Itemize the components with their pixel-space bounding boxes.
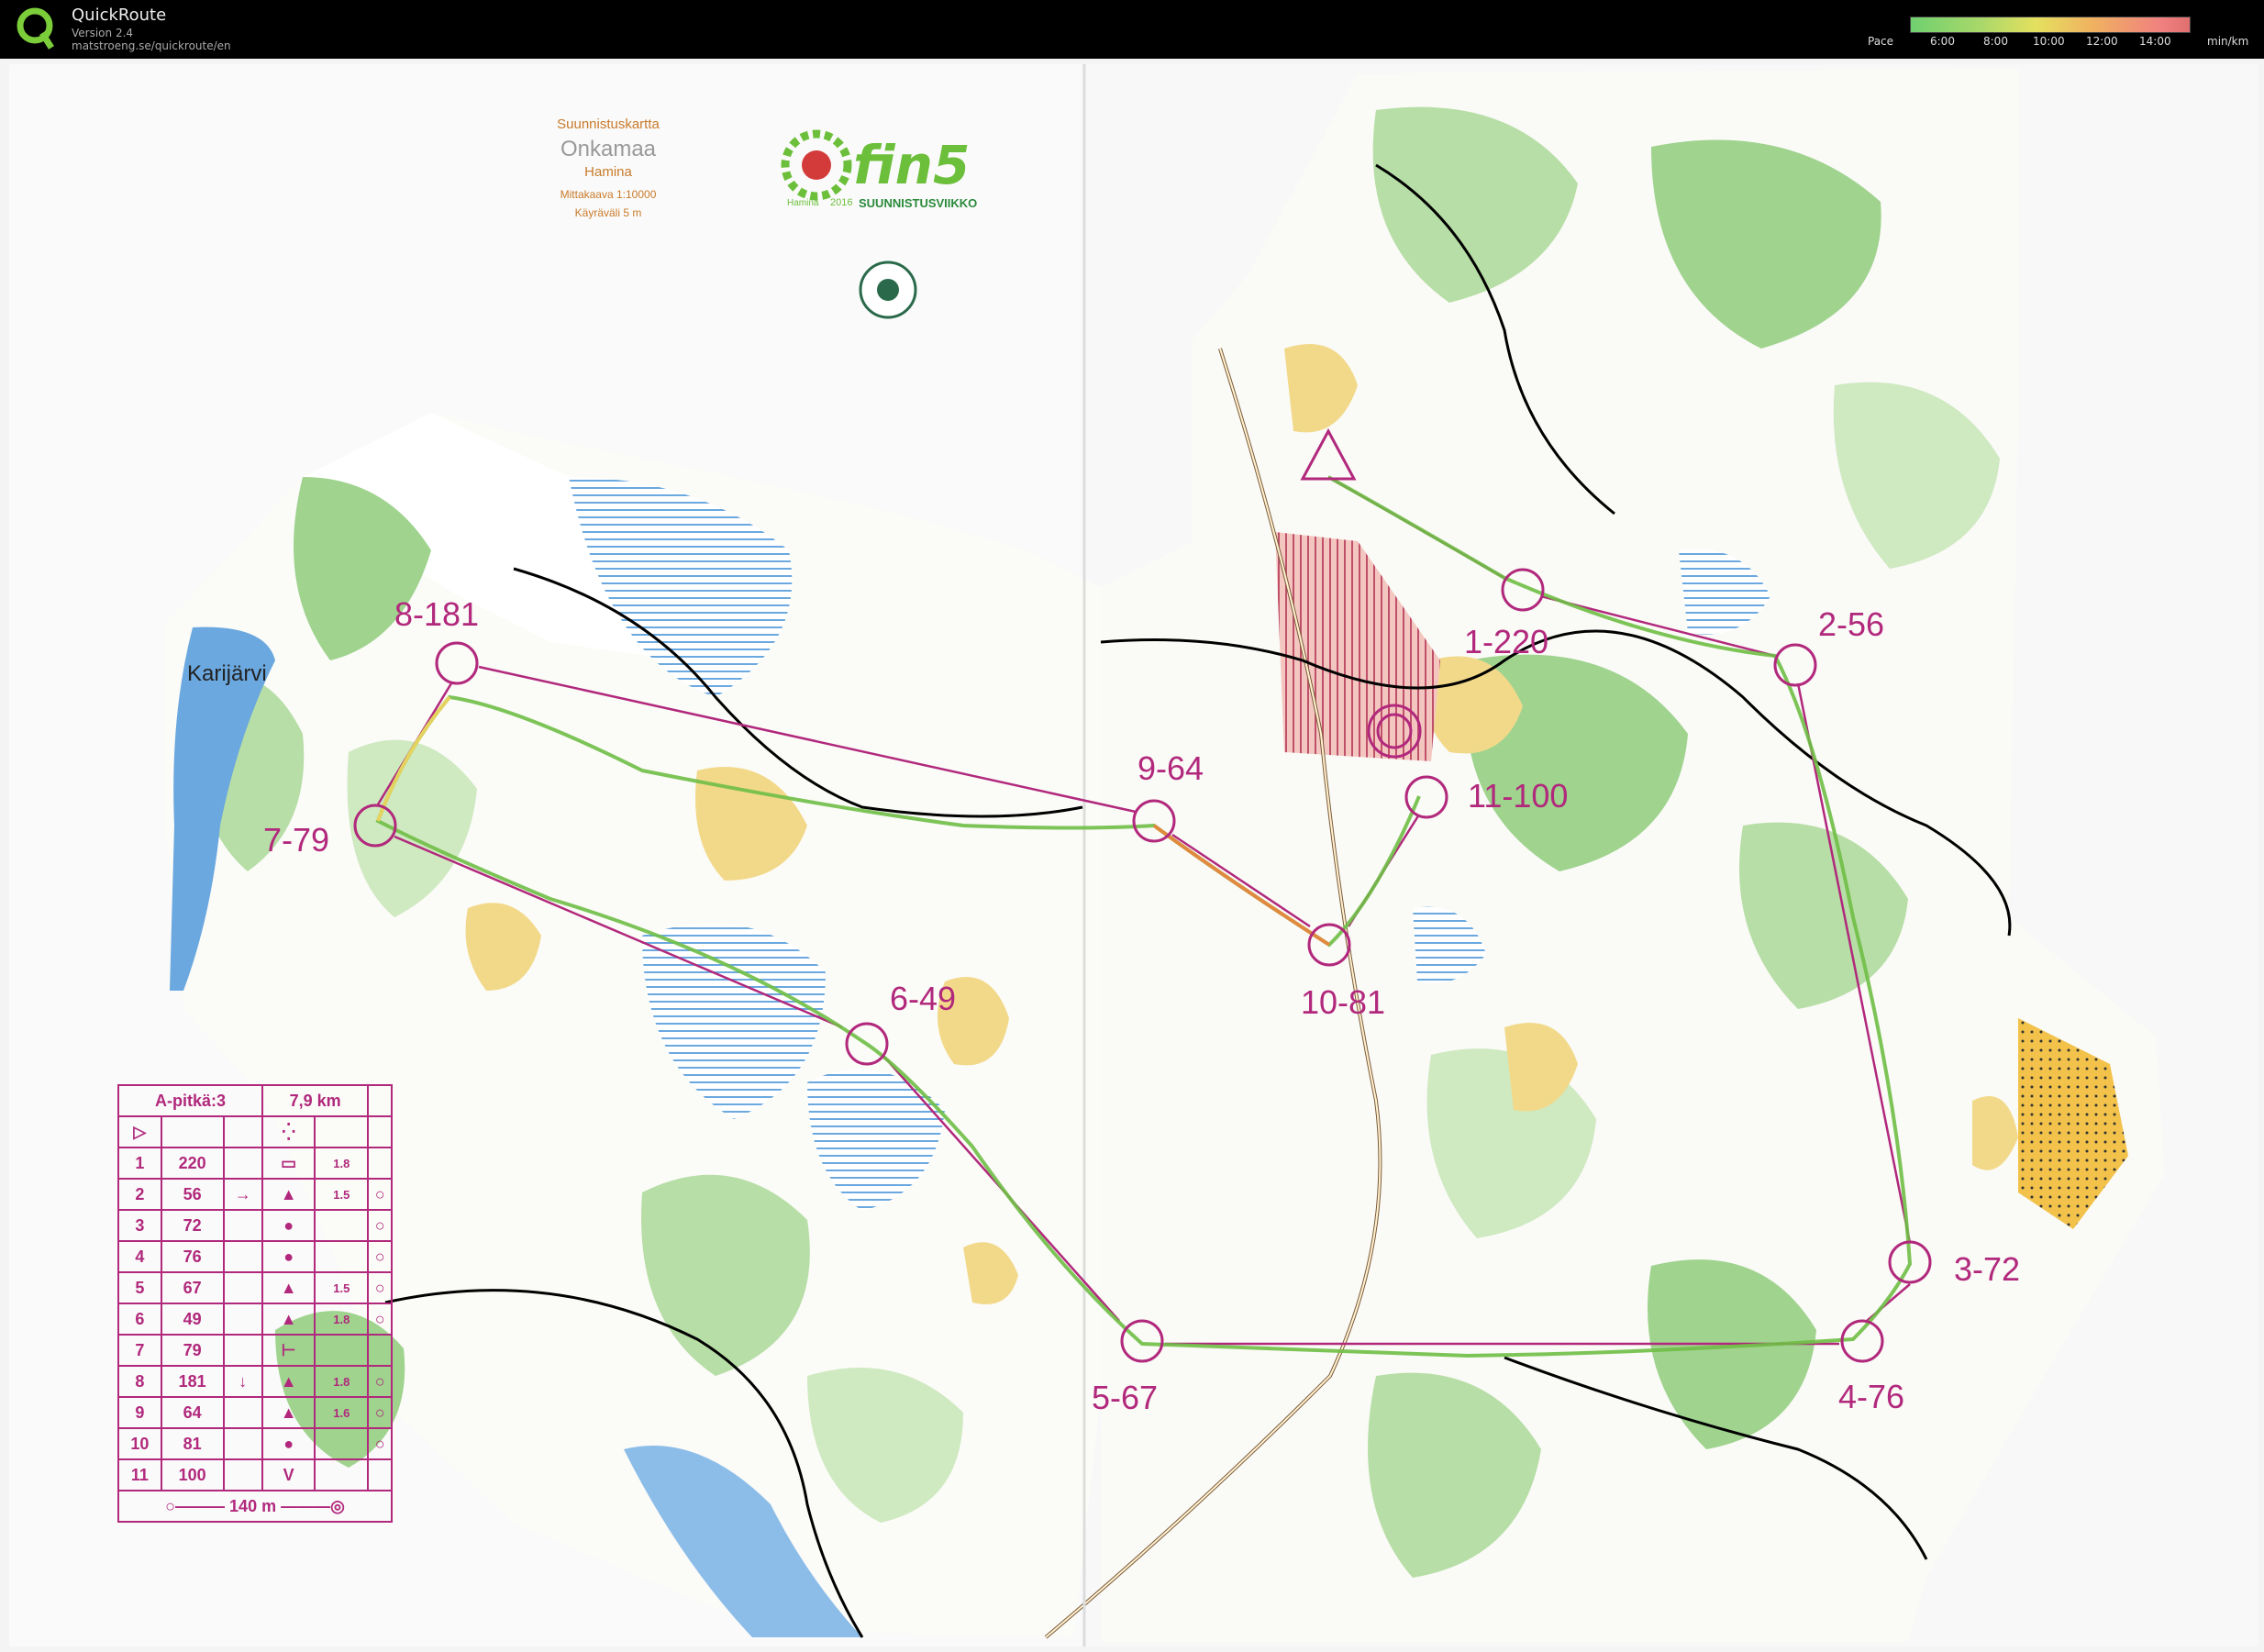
legend-row: 7 79 ⊢ — [117, 1334, 393, 1367]
legend-row: 4 76 ● ○ — [117, 1240, 393, 1273]
control-label: 2-56 — [1818, 605, 1884, 643]
pace-tick: 14:00 — [2139, 35, 2171, 48]
finish-start-icon: ○——— — [165, 1496, 226, 1515]
gully-icon: V — [261, 1458, 316, 1491]
app-title-bar: QuickRoute Version 2.4 matstroeng.se/qui… — [0, 0, 2264, 59]
brand-place: Hamina — [787, 198, 819, 208]
control-label: 7-79 — [263, 821, 329, 859]
brand-name: fin5 — [853, 134, 970, 196]
pace-tick: 8:00 — [1983, 35, 2008, 48]
map-title-line3: Hamina — [584, 164, 632, 180]
control-description-table: A-pitkä:3 7,9 km ▷ ⁛ 1 220 ▭ 1.8 2 56 → ▲ 1.5 ○ 3… — [117, 1084, 393, 1523]
brand-year: 2016 — [830, 197, 852, 208]
start-symbol-icon: ⁛ — [261, 1115, 316, 1148]
boulder-icon: ● — [261, 1240, 316, 1273]
legend-row: 1 220 ▭ 1.8 — [117, 1147, 393, 1180]
control-label: 4-76 — [1838, 1378, 1904, 1415]
junction-icon: ⊢ — [261, 1334, 316, 1367]
app-name: QuickRoute — [72, 6, 167, 25]
control-label: 9-64 — [1138, 749, 1204, 787]
position-icon: ○ — [367, 1427, 393, 1460]
boulder-icon: ● — [261, 1209, 316, 1242]
hill-icon: ▲ — [261, 1365, 316, 1398]
legend-row: 2 56 → ▲ 1.5 ○ — [117, 1178, 393, 1211]
position-icon: ○ — [367, 1240, 393, 1273]
arrow-right-icon: → — [222, 1178, 264, 1211]
map-contour: Käyräväli 5 m — [575, 206, 642, 219]
finish-distance: 140 m — [229, 1496, 277, 1515]
pace-tick: 10:00 — [2033, 35, 2065, 48]
gear-inner-icon — [802, 150, 831, 180]
start-triangle-icon: ▷ — [117, 1115, 162, 1148]
pace-label: Pace — [1868, 35, 1894, 48]
legend-course-name: A-pitkä:3 — [117, 1084, 263, 1117]
arrow-down-icon: ↓ — [222, 1365, 264, 1398]
position-icon: ○ — [367, 1303, 393, 1336]
position-icon: ○ — [367, 1271, 393, 1304]
legend-row: 6 49 ▲ 1.8 ○ — [117, 1303, 393, 1336]
legend-row: 3 72 ● ○ — [117, 1209, 393, 1242]
app-url: matstroeng.se/quickroute/en — [72, 39, 231, 52]
finish-distance-row: ○——— 140 m ———◎ — [117, 1490, 393, 1523]
legend-course-length: 7,9 km — [261, 1084, 370, 1117]
pace-color-scale — [1910, 17, 2191, 33]
legend-row: 5 67 ▲ 1.5 ○ — [117, 1271, 393, 1304]
lake-name: Karijärvi — [187, 661, 267, 686]
pace-tick: 6:00 — [1930, 35, 1955, 48]
quickroute-logo-icon — [17, 7, 54, 50]
legend-row: 9 64 ▲ 1.6 ○ — [117, 1396, 393, 1429]
legend-row: 11 100 V — [117, 1458, 393, 1491]
app-version: Version 2.4 — [72, 27, 134, 39]
legend-row: 8 181 ↓ ▲ 1.8 ○ — [117, 1365, 393, 1398]
control-label: 8-181 — [394, 595, 479, 633]
control-label: 6-49 — [890, 980, 956, 1017]
pace-unit: min/km — [2207, 35, 2249, 48]
map-title-line2: Onkamaa — [560, 137, 657, 161]
hill-icon: ▲ — [261, 1271, 316, 1304]
map-title-line1: Suunnistuskartta — [557, 116, 660, 132]
hill-icon: ▲ — [261, 1303, 316, 1336]
legend-row: 10 81 ● ○ — [117, 1427, 393, 1460]
boulder-icon: ● — [261, 1427, 316, 1460]
control-label: 10-81 — [1301, 983, 1385, 1021]
map-scale: Mittakaava 1:10000 — [560, 188, 657, 201]
terrain-right — [1101, 69, 2165, 1642]
brand-sub: SUUNNISTUSVIIKKO — [859, 196, 977, 210]
pace-tick: 12:00 — [2086, 35, 2118, 48]
club-seal-inner-icon — [877, 279, 899, 301]
position-icon: ○ — [367, 1178, 393, 1211]
fence-icon: ▭ — [261, 1147, 316, 1180]
hill-icon: ▲ — [261, 1178, 316, 1211]
control-label: 1-220 — [1464, 623, 1548, 660]
position-icon: ○ — [367, 1365, 393, 1398]
control-label: 5-67 — [1092, 1379, 1158, 1416]
hill-icon: ▲ — [261, 1396, 316, 1429]
position-icon: ○ — [367, 1209, 393, 1242]
control-label: 11-100 — [1468, 777, 1568, 815]
finish-end-icon: ———◎ — [281, 1496, 345, 1515]
position-icon: ○ — [367, 1396, 393, 1429]
control-label: 3-72 — [1954, 1250, 2020, 1288]
